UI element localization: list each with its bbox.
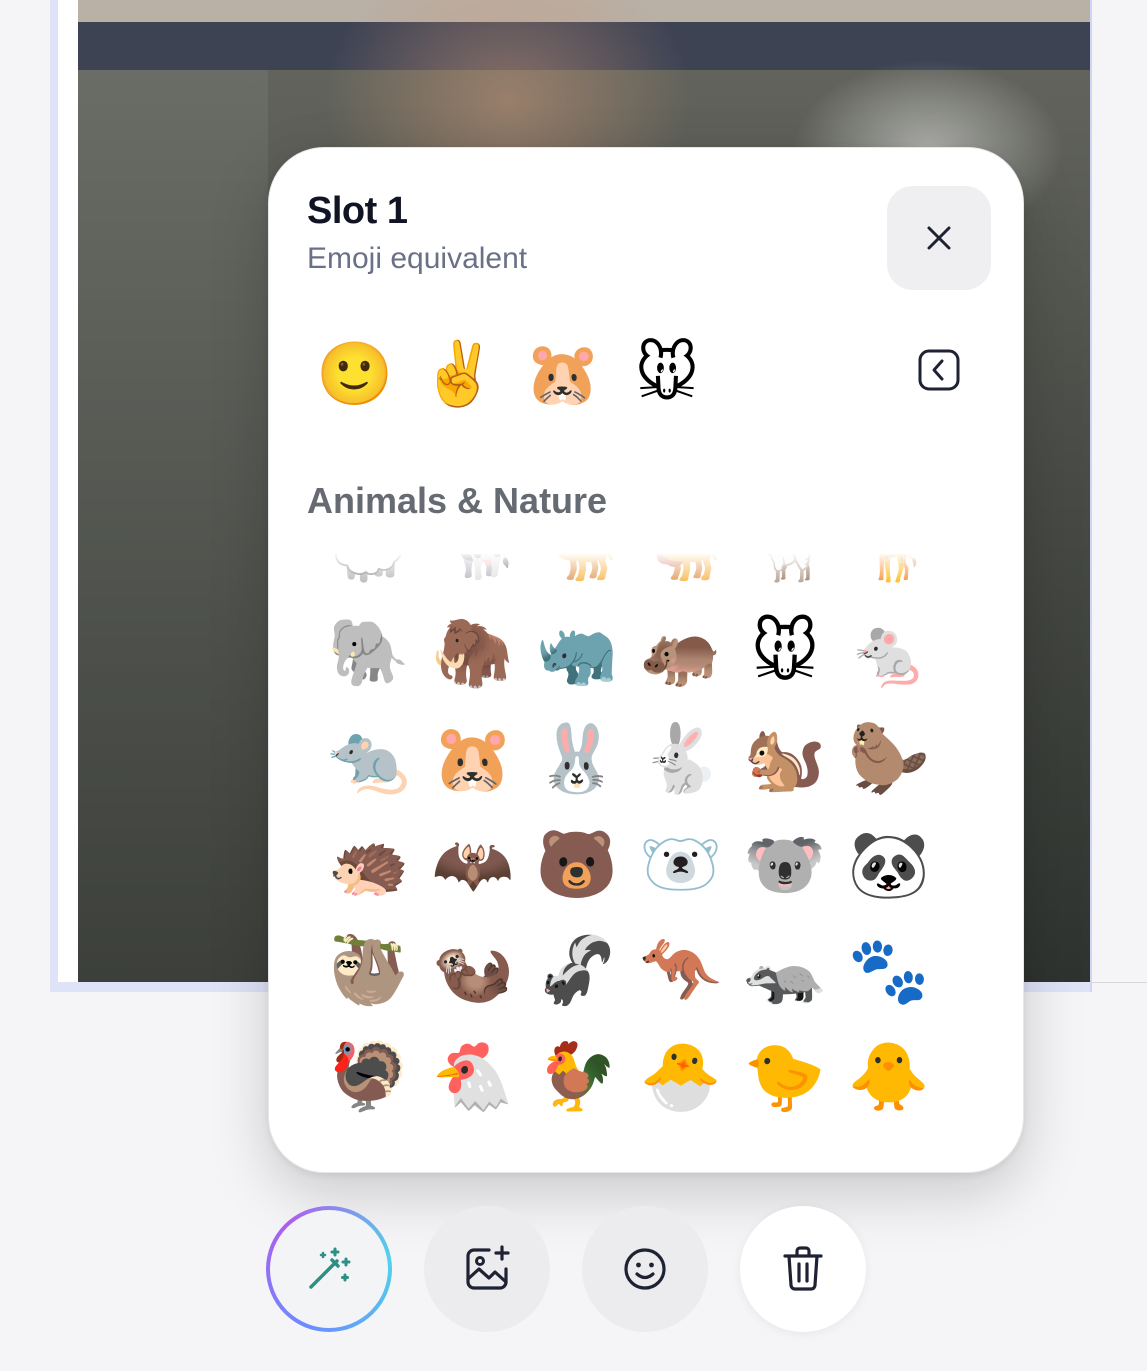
magic-wand-icon [309, 1247, 351, 1289]
recent-emoji[interactable]: 🐭 [629, 336, 705, 412]
emoji-option[interactable]: 🐁 [837, 600, 941, 706]
recent-emoji-row: 🙂 ✌️ 🐹 🐭 [316, 336, 777, 416]
category-title: Animals & Nature [307, 480, 608, 521]
divider-line [1092, 982, 1147, 983]
smiley-icon [624, 1248, 666, 1290]
emoji-option[interactable]: 🐻 [525, 812, 629, 918]
emoji-option[interactable]: 🦡 [733, 918, 837, 1024]
emoji-grid: 🐑 🐄 🐪 🐫 🦙 🦒 🐘 🦣 🦏 🦛 🐭 🐁 🐀 🐹 🐰 🐇 🐿️ 🦫 [317, 554, 957, 1130]
photo-wall-shadow [78, 70, 268, 982]
collapse-picker-button[interactable] [917, 348, 961, 392]
emoji-option[interactable]: 🦫 [837, 706, 941, 812]
emoji-option[interactable]: 🐓 [525, 1024, 629, 1130]
emoji-option[interactable]: 🐹 [421, 706, 525, 812]
emoji-option[interactable]: 🐤 [733, 1024, 837, 1130]
trash-icon [783, 1246, 823, 1291]
popup-title: Slot 1 [307, 190, 408, 232]
chevron-left-square-icon [918, 349, 960, 391]
ai-magic-button[interactable] [266, 1206, 392, 1332]
recent-emoji[interactable]: 🐹 [524, 336, 601, 412]
popup-subtitle: Emoji equivalent [307, 242, 528, 275]
emoji-option[interactable]: 🦛 [629, 600, 733, 706]
emoji-option[interactable]: 🐣 [629, 1024, 733, 1130]
image-plus-icon [466, 1245, 510, 1290]
scroll-fade [307, 554, 993, 588]
emoji-option[interactable]: 🐘 [317, 600, 421, 706]
emoji-picker-panel[interactable]: Animals & Nature 🐑 🐄 🐪 🐫 🦙 🦒 🐘 🦣 🦏 🦛 🐭 🐁… [307, 448, 993, 1138]
emoji-option[interactable]: 🐥 [837, 1024, 941, 1130]
emoji-option[interactable]: 🐼 [837, 812, 941, 918]
emoji-option[interactable]: 🐿️ [733, 706, 837, 812]
emoji-option[interactable]: 🦥 [317, 918, 421, 1024]
emoji-option[interactable]: 🐀 [317, 706, 421, 812]
emoji-option[interactable]: 🐔 [421, 1024, 525, 1130]
emoji-option[interactable]: 🦨 [525, 918, 629, 1024]
emoji-option[interactable]: 🐇 [629, 706, 733, 812]
recent-emoji[interactable]: 🙂 [316, 336, 393, 412]
bottom-toolbar [266, 1206, 866, 1332]
emoji-button[interactable] [582, 1206, 708, 1332]
emoji-option[interactable]: 🦃 [317, 1024, 421, 1130]
emoji-option[interactable]: 🦔 [317, 812, 421, 918]
emoji-option[interactable]: 🦦 [421, 918, 525, 1024]
delete-button[interactable] [740, 1206, 866, 1332]
recent-emoji[interactable]: ✌️ [420, 336, 497, 412]
add-image-button[interactable] [424, 1206, 550, 1332]
emoji-option[interactable]: 🦘 [629, 918, 733, 1024]
emoji-option[interactable]: 🐻‍❄️ [629, 812, 733, 918]
emoji-option[interactable]: 🐾 [837, 918, 941, 1024]
emoji-slot-popup: Slot 1 Emoji equivalent 🙂 ✌️ 🐹 🐭 Animals… [268, 147, 1024, 1173]
emoji-option[interactable]: 🦇 [421, 812, 525, 918]
emoji-option[interactable]: 🐰 [525, 706, 629, 812]
emoji-option[interactable]: 🐨 [733, 812, 837, 918]
emoji-option[interactable]: 🐭 [733, 600, 837, 706]
emoji-grid-scroll[interactable]: 🐑 🐄 🐪 🐫 🦙 🦒 🐘 🦣 🦏 🦛 🐭 🐁 🐀 🐹 🐰 🐇 🐿️ 🦫 [307, 554, 993, 1138]
close-button[interactable] [887, 186, 991, 290]
close-icon [927, 226, 951, 250]
emoji-option[interactable]: 🦣 [421, 600, 525, 706]
emoji-option[interactable]: 🦏 [525, 600, 629, 706]
